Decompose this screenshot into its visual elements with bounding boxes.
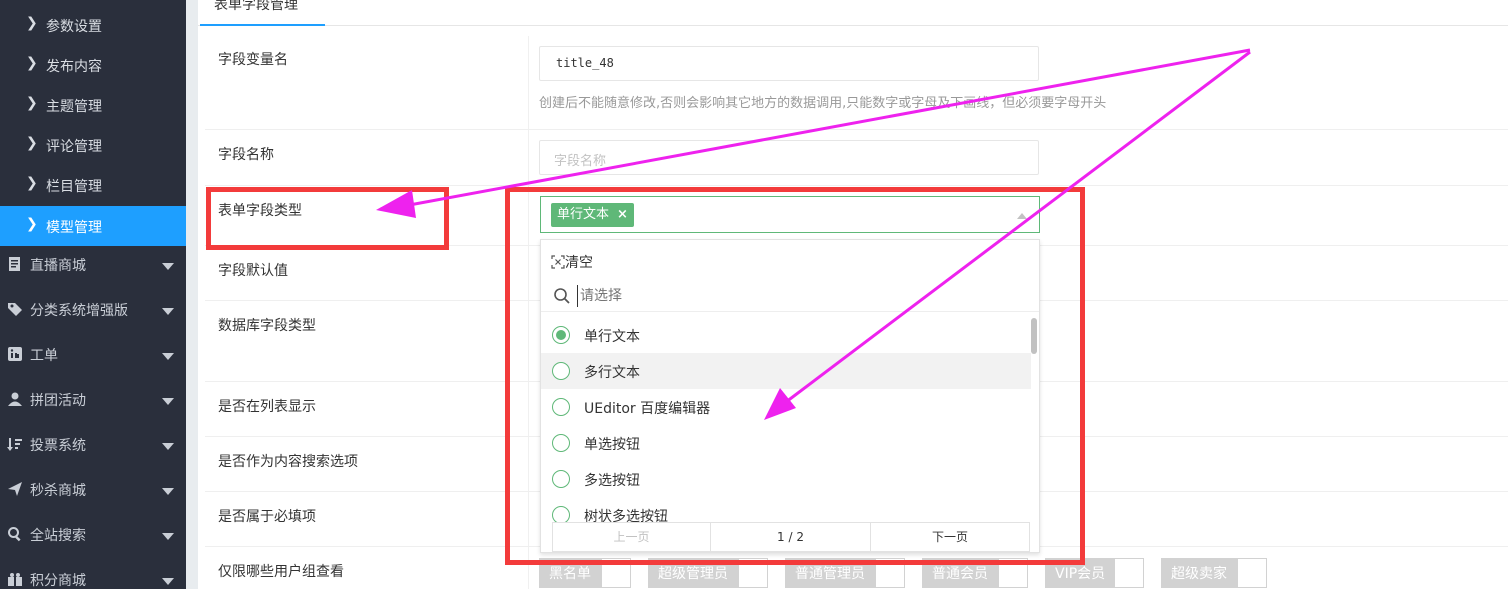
menu-vote-system[interactable]: 投票系统 [0, 423, 186, 468]
caret-down-icon [162, 488, 174, 495]
sidebar-item-label: 模型管理 [46, 220, 102, 236]
field-label: 是否作为内容搜索选项 [218, 454, 358, 470]
tab-bar [198, 0, 1508, 26]
field-label: 字段变量名 [218, 52, 288, 68]
field-label: 字段名称 [218, 147, 274, 163]
group-label: 普通管理员 [795, 566, 865, 582]
chevron-right-icon: ❯ [26, 135, 38, 151]
tab-label: 表单字段管理 [214, 0, 298, 13]
sidebar-item-label: 主题管理 [46, 99, 102, 115]
menu-site-search[interactable]: 全站搜索 [0, 513, 186, 558]
menu-item-label: 工单 [30, 348, 58, 364]
document-icon [9, 257, 20, 271]
menu-item-label: 直播商城 [30, 258, 86, 274]
field-name-input[interactable]: 字段名称 [539, 140, 1039, 175]
menu-work-order[interactable]: 工单 [0, 333, 186, 378]
sidebar-item-comments[interactable]: ❯ 评论管理 [0, 125, 186, 165]
user-icon [8, 392, 22, 406]
sidebar-item-models[interactable]: ❯ 模型管理 [0, 206, 186, 246]
tab-form-field-manage[interactable]: 表单字段管理 [200, 0, 325, 26]
sidebar-item-label: 栏目管理 [46, 179, 102, 195]
menu-live-mall[interactable]: 直播商城 [0, 243, 186, 288]
linkedin-icon [8, 347, 22, 361]
field-var-name-input[interactable]: title_48 [539, 46, 1039, 81]
caret-down-icon [162, 533, 174, 540]
chevron-right-icon: ❯ [26, 95, 38, 111]
sidebar-item-topics[interactable]: ❯ 主题管理 [0, 85, 186, 125]
caret-down-icon [162, 263, 174, 270]
sort-icon [7, 438, 22, 451]
sidebar-item-label: 参数设置 [46, 19, 102, 35]
chevron-right-icon: ❯ [26, 216, 38, 232]
field-label: 仅限哪些用户组查看 [218, 564, 344, 580]
group-label: VIP会员 [1055, 566, 1106, 582]
menu-item-label: 投票系统 [30, 438, 86, 454]
field-label: 数据库字段类型 [218, 318, 316, 334]
annotation-red-box-dropdown [505, 187, 1085, 565]
menu-category-system[interactable]: 分类系统增强版 [0, 288, 186, 333]
gift-icon [8, 573, 22, 586]
menu-flash-sale[interactable]: 秒杀商城 [0, 468, 186, 513]
checkbox-box [1237, 558, 1267, 588]
tag-icon [8, 303, 22, 316]
caret-down-icon [162, 353, 174, 360]
group-label: 普通会员 [932, 566, 988, 582]
group-checkbox-super-seller[interactable]: 超级卖家 [1161, 558, 1267, 588]
input-value: title_48 [556, 56, 614, 70]
menu-item-label: 分类系统增强版 [30, 303, 128, 319]
sidebar-item-label: 评论管理 [46, 139, 102, 155]
field-label: 是否在列表显示 [218, 399, 316, 415]
menu-group-buy[interactable]: 拼团活动 [0, 378, 186, 423]
menu-item-label: 积分商城 [30, 573, 86, 589]
sidebar-item-publish[interactable]: ❯ 发布内容 [0, 45, 186, 85]
sidebar-item-label: 发布内容 [46, 59, 102, 75]
caret-down-icon [162, 443, 174, 450]
send-icon [8, 482, 22, 496]
group-label: 超级管理员 [658, 566, 728, 582]
sidebar-item-params[interactable]: ❯ 参数设置 [0, 5, 186, 45]
sidebar-item-columns[interactable]: ❯ 栏目管理 [0, 165, 186, 205]
field-label: 字段默认值 [218, 263, 288, 279]
sidebar: ❯ 参数设置 ❯ 发布内容 ❯ 主题管理 ❯ 评论管理 ❯ 栏目管理 ❯ 模型管… [0, 0, 198, 589]
checkbox-box [1114, 558, 1144, 588]
field-label: 是否属于必填项 [218, 509, 316, 525]
input-placeholder: 字段名称 [554, 154, 607, 169]
group-label: 黑名单 [549, 566, 591, 582]
chevron-right-icon: ❯ [26, 15, 38, 31]
sidebar-divider [186, 0, 198, 589]
group-label: 超级卖家 [1171, 566, 1227, 582]
field-var-name-hint: 创建后不能随意修改,否则会影响其它地方的数据调用,只能数字或字母及下画线，但必须… [539, 96, 1107, 111]
chevron-right-icon: ❯ [26, 175, 38, 191]
menu-item-label: 拼团活动 [30, 393, 86, 409]
menu-item-label: 秒杀商城 [30, 483, 86, 499]
chevron-right-icon: ❯ [26, 55, 38, 71]
annotation-red-box-label [206, 187, 449, 250]
menu-points-mall[interactable]: 积分商城 [0, 558, 186, 603]
caret-down-icon [162, 578, 174, 585]
search-icon [8, 527, 21, 542]
caret-down-icon [162, 398, 174, 405]
caret-down-icon [162, 308, 174, 315]
menu-item-label: 全站搜索 [30, 528, 86, 544]
